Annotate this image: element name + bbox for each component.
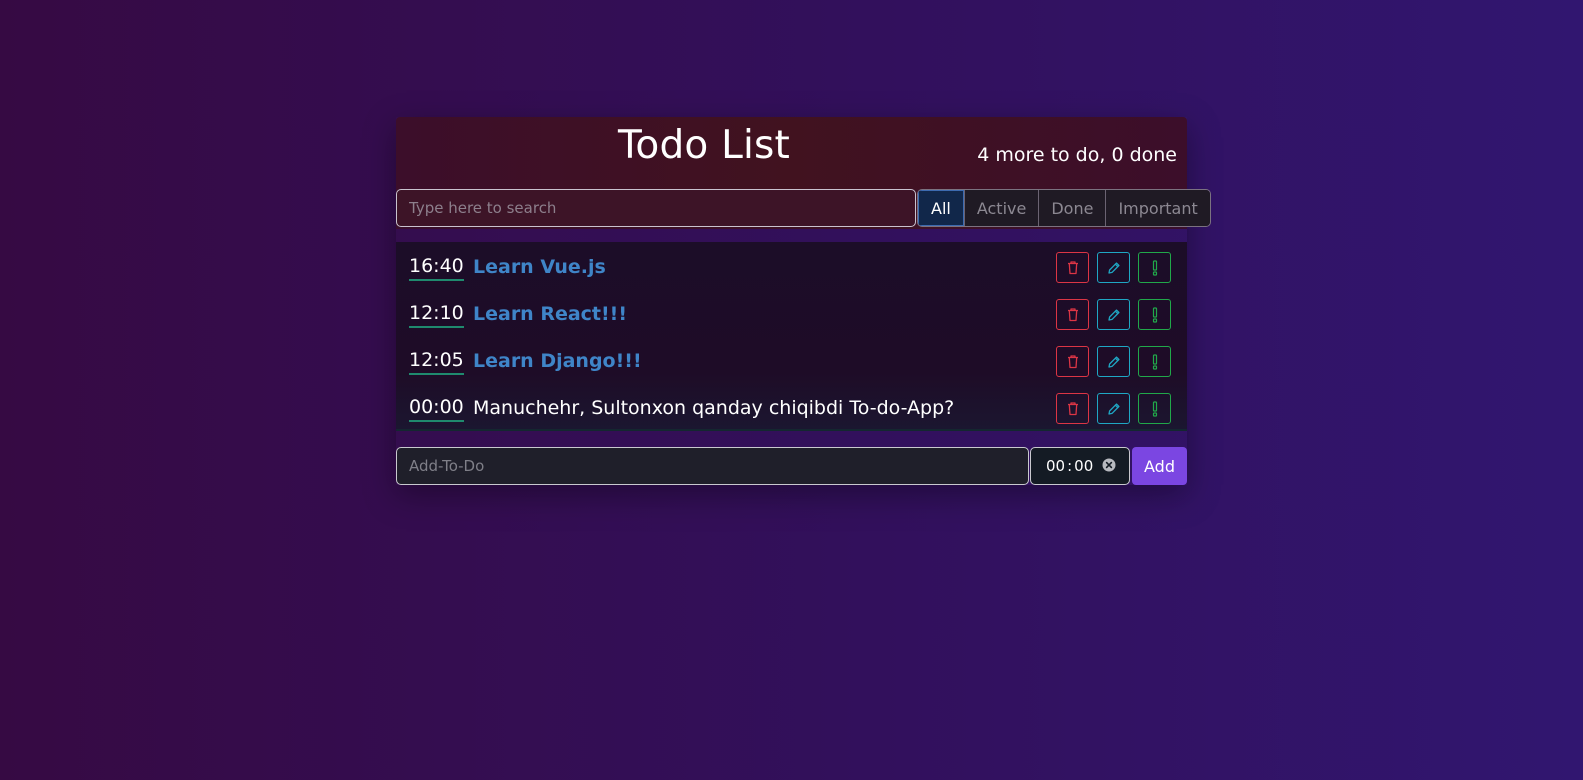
todo-label[interactable]: Learn React!!! bbox=[473, 302, 627, 326]
todo-item: 16:40 Learn Vue.js bbox=[396, 244, 1187, 291]
delete-button[interactable] bbox=[1056, 346, 1089, 377]
add-todo-input[interactable] bbox=[396, 447, 1029, 485]
todo-app: Todo List 4 more to do, 0 done All Activ… bbox=[396, 117, 1211, 485]
time-input[interactable]: 00 : 00 bbox=[1030, 447, 1130, 485]
todo-label[interactable]: Learn Vue.js bbox=[473, 255, 606, 279]
exclamation-icon bbox=[1152, 259, 1157, 276]
time-minutes[interactable]: 00 bbox=[1074, 457, 1093, 475]
todo-list: 16:40 Learn Vue.js 12:10 Learn React!!! … bbox=[396, 242, 1187, 431]
trash-icon bbox=[1067, 402, 1078, 416]
delete-button[interactable] bbox=[1056, 252, 1089, 283]
filter-important-button[interactable]: Important bbox=[1105, 190, 1210, 226]
exclamation-icon bbox=[1152, 353, 1157, 370]
trash-icon bbox=[1067, 261, 1078, 275]
mark-important-button[interactable] bbox=[1138, 252, 1171, 283]
trash-icon bbox=[1067, 308, 1078, 322]
pencil-icon bbox=[1107, 402, 1120, 415]
clear-circle-icon[interactable] bbox=[1102, 458, 1116, 472]
todo-actions bbox=[1056, 299, 1171, 330]
todo-item: 12:05 Learn Django!!! bbox=[396, 338, 1187, 385]
todo-label[interactable]: Learn Django!!! bbox=[473, 349, 642, 373]
mark-important-button[interactable] bbox=[1138, 299, 1171, 330]
mark-important-button[interactable] bbox=[1138, 346, 1171, 377]
todo-time: 12:05 bbox=[409, 349, 464, 375]
todo-counter: 4 more to do, 0 done bbox=[977, 144, 1177, 166]
add-todo-form: 00 : 00 Add bbox=[396, 447, 1187, 485]
todo-actions bbox=[1056, 393, 1171, 424]
edit-button[interactable] bbox=[1097, 346, 1130, 377]
todo-time: 12:10 bbox=[409, 302, 464, 328]
edit-button[interactable] bbox=[1097, 393, 1130, 424]
app-header: Todo List 4 more to do, 0 done bbox=[396, 117, 1187, 189]
trash-icon bbox=[1067, 355, 1078, 369]
delete-button[interactable] bbox=[1056, 393, 1089, 424]
todo-time: 16:40 bbox=[409, 255, 464, 281]
todo-label[interactable]: Manuchehr, Sultonxon qanday chiqibdi To-… bbox=[473, 396, 954, 420]
delete-button[interactable] bbox=[1056, 299, 1089, 330]
filter-active-button[interactable]: Active bbox=[963, 190, 1039, 226]
pencil-icon bbox=[1107, 261, 1120, 274]
filter-all-button[interactable]: All bbox=[918, 190, 964, 226]
time-separator: : bbox=[1067, 457, 1073, 475]
status-filter-group: All Active Done Important bbox=[917, 189, 1211, 227]
todo-actions bbox=[1056, 346, 1171, 377]
time-hours[interactable]: 00 bbox=[1046, 457, 1065, 475]
todo-time: 00:00 bbox=[409, 396, 464, 422]
pencil-icon bbox=[1107, 308, 1120, 321]
todo-item: 00:00 Manuchehr, Sultonxon qanday chiqib… bbox=[396, 385, 1187, 432]
edit-button[interactable] bbox=[1097, 299, 1130, 330]
exclamation-icon bbox=[1152, 306, 1157, 323]
mark-important-button[interactable] bbox=[1138, 393, 1171, 424]
filter-done-button[interactable]: Done bbox=[1038, 190, 1106, 226]
add-button[interactable]: Add bbox=[1132, 447, 1187, 485]
search-input[interactable] bbox=[396, 189, 916, 227]
search-panel: All Active Done Important bbox=[396, 189, 1211, 229]
page-title: Todo List bbox=[618, 123, 791, 168]
pencil-icon bbox=[1107, 355, 1120, 368]
exclamation-icon bbox=[1152, 400, 1157, 417]
edit-button[interactable] bbox=[1097, 252, 1130, 283]
todo-item: 12:10 Learn React!!! bbox=[396, 291, 1187, 338]
todo-actions bbox=[1056, 252, 1171, 283]
